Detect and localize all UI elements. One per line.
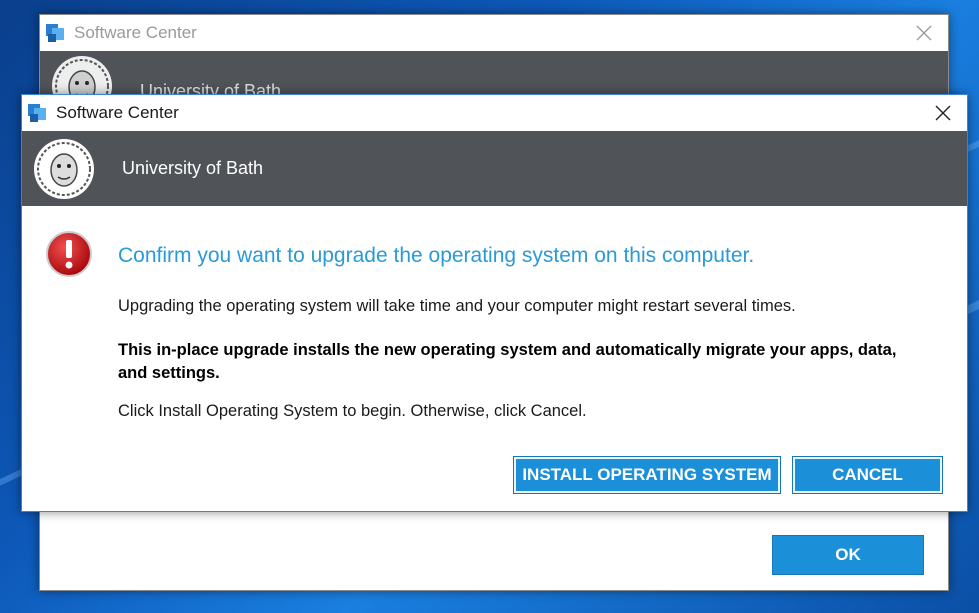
confirm-dialog: Software Center University of Bath Confi… <box>21 94 968 512</box>
ok-button[interactable]: OK <box>772 535 924 575</box>
message-instructions: Click Install Operating System to begin.… <box>118 402 587 420</box>
university-logo <box>34 138 94 199</box>
close-icon[interactable] <box>900 15 948 51</box>
cancel-button[interactable]: CANCEL <box>792 456 943 494</box>
dialog-titlebar[interactable]: Software Center <box>22 95 967 131</box>
close-icon[interactable] <box>919 95 967 131</box>
org-name: University of Bath <box>122 158 264 178</box>
back-titlebar[interactable]: Software Center <box>40 15 948 51</box>
message-in-place-upgrade: This in-place upgrade installs the new o… <box>118 341 897 382</box>
org-banner: University of Bath <box>22 131 967 206</box>
message-time-warning: Upgrading the operating system will take… <box>118 297 796 315</box>
software-center-icon <box>26 102 48 124</box>
dialog-heading: Confirm you want to upgrade the operatin… <box>118 244 755 267</box>
software-center-icon <box>44 22 66 44</box>
dialog-title: Software Center <box>56 103 179 122</box>
error-icon <box>45 230 93 278</box>
install-operating-system-button[interactable]: INSTALL OPERATING SYSTEM <box>513 456 781 494</box>
window-title: Software Center <box>74 23 197 42</box>
